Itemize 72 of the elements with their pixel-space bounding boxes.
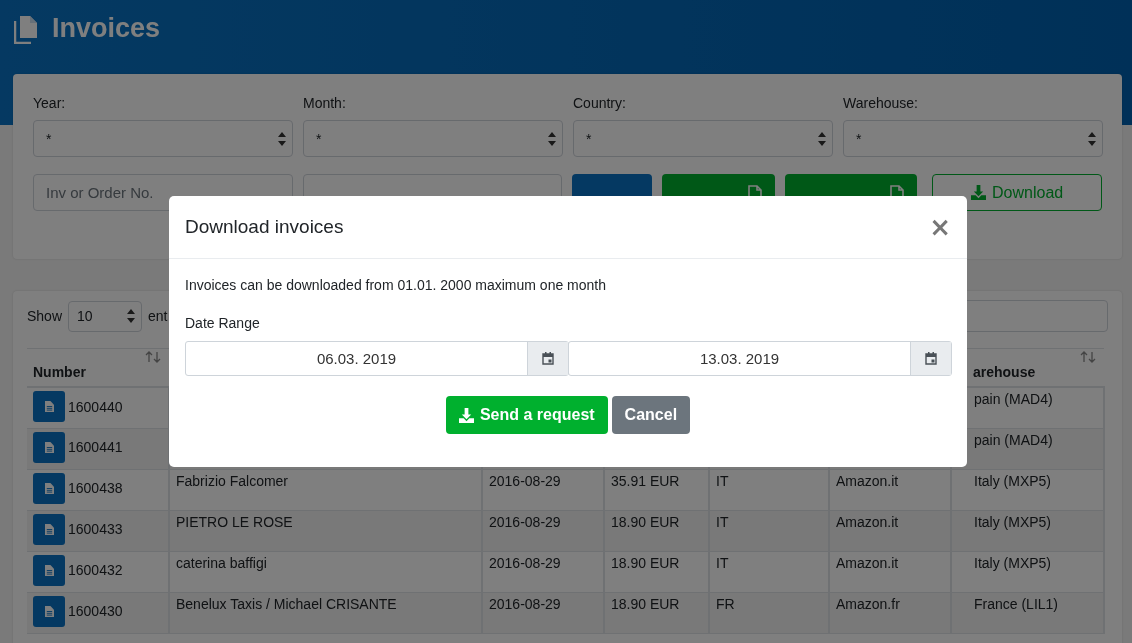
sort-icon[interactable] xyxy=(145,351,161,363)
table-cell: 2016-08-29 xyxy=(489,472,561,489)
table-cell: Italy (MXP5) xyxy=(974,513,1051,530)
document-button[interactable] xyxy=(33,595,65,627)
field-label: Month: xyxy=(303,94,347,113)
select-field[interactable]: * xyxy=(843,120,1103,157)
close-button[interactable]: × xyxy=(929,217,951,237)
table-cell: Amazon.fr xyxy=(836,595,900,612)
select-field[interactable]: * xyxy=(303,120,563,157)
table-cell: pain (MAD4) xyxy=(974,391,1053,407)
select-arrows-icon xyxy=(1088,131,1096,146)
table-cell: 1600441 xyxy=(68,439,123,455)
document-button[interactable] xyxy=(33,513,65,545)
table-cell: caterina baffigi xyxy=(176,554,267,571)
table-cell: Amazon.it xyxy=(836,554,899,571)
select-arrows-icon xyxy=(818,131,826,146)
cancel-button[interactable]: Cancel xyxy=(611,396,691,434)
table-cell: Fabrizio Falcomer xyxy=(176,472,289,489)
table-cell: Benelux Taxis / Michael CRISANTE xyxy=(176,595,397,612)
field-label: Country: xyxy=(573,94,627,113)
document-icon xyxy=(44,401,54,412)
document-button[interactable] xyxy=(33,391,65,422)
page-title: Invoices xyxy=(52,14,161,42)
table-cell: pain (MAD4) xyxy=(974,431,1053,448)
download-icon xyxy=(971,185,986,200)
select-arrows-icon xyxy=(127,309,136,323)
entries-label: ent xyxy=(148,308,168,324)
document-icon xyxy=(44,441,54,453)
table-cell: Italy (MXP5) xyxy=(974,554,1051,571)
table-cell: 2016-08-29 xyxy=(489,554,561,571)
document-icon xyxy=(44,482,54,494)
document-button[interactable] xyxy=(33,472,65,504)
document-button[interactable] xyxy=(33,431,65,463)
table-cell: IT xyxy=(716,513,729,530)
page-size-select[interactable]: 10 xyxy=(68,300,143,332)
table-cell: 1600440 xyxy=(68,398,123,415)
documents-icon xyxy=(14,16,38,44)
modal-title: Download invoices xyxy=(185,216,344,238)
table-cell: 1600433 xyxy=(68,521,123,537)
table-cell: Italy (MXP5) xyxy=(974,472,1051,489)
table-cell: 35.91 EUR xyxy=(611,472,680,489)
download-icon xyxy=(458,407,474,423)
select-field[interactable]: * xyxy=(33,120,293,157)
table-cell: PIETRO LE ROSE xyxy=(176,513,293,530)
table-cell: 1600430 xyxy=(68,603,123,619)
table-cell: 18.90 EUR xyxy=(611,554,680,571)
table-cell: FR xyxy=(716,595,735,612)
select-arrows-icon xyxy=(548,131,556,146)
document-button[interactable] xyxy=(33,554,65,586)
table-cell: IT xyxy=(716,472,729,489)
table-cell: 2016-08-29 xyxy=(489,513,561,530)
table-cell: 1600438 xyxy=(68,480,123,496)
table-cell: IT xyxy=(716,554,729,571)
document-icon xyxy=(44,523,54,535)
table-cell: 1600432 xyxy=(68,562,123,578)
send-button[interactable]: Send a request xyxy=(445,396,608,434)
table-cell: 18.90 EUR xyxy=(611,513,680,530)
document-icon xyxy=(44,605,54,617)
show-label: Show xyxy=(27,308,63,324)
field-label: Year: xyxy=(33,94,67,113)
table-cell: France (LIL1) xyxy=(974,595,1059,612)
document-icon xyxy=(44,564,54,576)
field-label: Warehouse: xyxy=(843,94,919,113)
select-arrows-icon xyxy=(278,131,286,146)
select-field[interactable]: * xyxy=(573,120,833,157)
table-cell: Amazon.it xyxy=(836,472,899,489)
field-label: Date Range xyxy=(185,315,261,331)
info-text: Invoices can be downloaded from 01.01. 2000 maximum one month xyxy=(185,277,608,293)
table-cell: 18.90 EUR xyxy=(611,595,680,612)
sort-icon[interactable] xyxy=(1080,351,1096,363)
table-cell: 2016-08-29 xyxy=(489,595,561,612)
table-cell: Amazon.it xyxy=(836,513,899,530)
